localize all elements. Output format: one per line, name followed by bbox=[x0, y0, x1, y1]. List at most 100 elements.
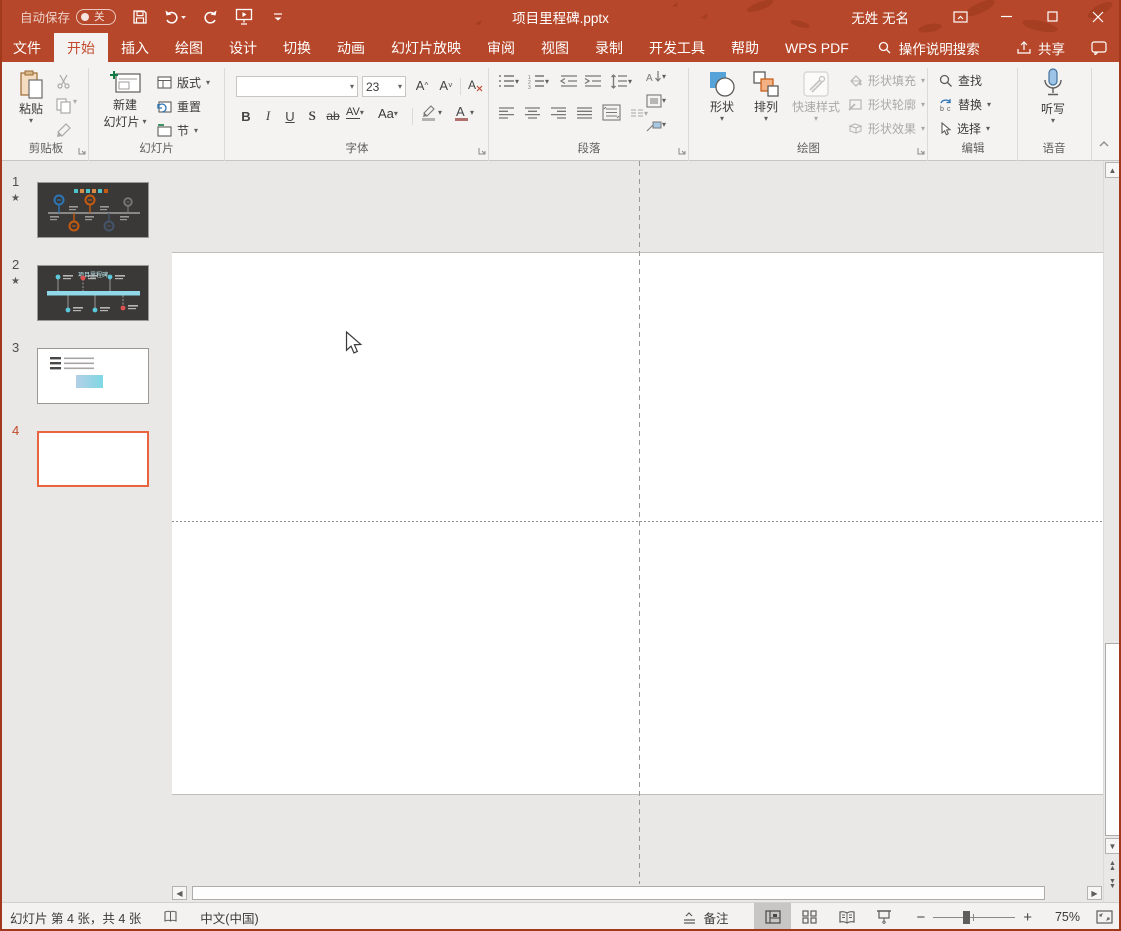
slide-4-thumbnail[interactable] bbox=[37, 431, 149, 487]
paragraph-dialog-launcher[interactable] bbox=[678, 147, 686, 155]
increase-font-size-button[interactable]: A ^ bbox=[412, 75, 432, 95]
tab-help[interactable]: 帮助 bbox=[718, 33, 772, 62]
text-direction-button[interactable]: A ▾ bbox=[646, 70, 666, 84]
increase-indent-button[interactable] bbox=[584, 74, 602, 89]
save-button[interactable] bbox=[130, 5, 150, 29]
align-center-button[interactable] bbox=[524, 106, 541, 121]
columns-button[interactable]: ▾ bbox=[630, 108, 648, 120]
tell-me-search[interactable]: 操作说明搜索 bbox=[878, 33, 980, 62]
customize-qat-button[interactable] bbox=[268, 5, 288, 29]
scroll-up-button[interactable]: ▲ bbox=[1105, 162, 1120, 178]
next-slide-button[interactable]: ▼ ▼ bbox=[1105, 876, 1120, 892]
decrease-font-size-button[interactable]: A ˅ bbox=[436, 75, 456, 95]
font-size-input[interactable] bbox=[363, 79, 394, 94]
bold-button[interactable]: B bbox=[236, 106, 256, 126]
ribbon-display-options-button[interactable] bbox=[937, 0, 983, 33]
tab-insert[interactable]: 插入 bbox=[108, 33, 162, 62]
italic-button[interactable]: I bbox=[258, 106, 278, 126]
zoom-slider[interactable] bbox=[933, 910, 1016, 924]
start-slideshow-button[interactable] bbox=[234, 5, 254, 29]
accessibility-checker-icon[interactable] bbox=[163, 910, 178, 925]
tab-developer[interactable]: 开发工具 bbox=[636, 33, 718, 62]
maximize-button[interactable] bbox=[1029, 0, 1075, 33]
tab-record[interactable]: 录制 bbox=[582, 33, 636, 62]
drawing-dialog-launcher[interactable] bbox=[917, 147, 925, 155]
tab-view[interactable]: 视图 bbox=[528, 33, 582, 62]
slide-3-thumbnail[interactable] bbox=[37, 348, 149, 404]
font-name-input[interactable] bbox=[237, 79, 346, 94]
strikethrough-button[interactable]: ab bbox=[323, 106, 343, 126]
shapes-button[interactable]: 形状 ▾ bbox=[702, 70, 742, 123]
cut-button[interactable] bbox=[56, 74, 71, 89]
paste-button[interactable]: 粘贴 ▾ bbox=[18, 70, 44, 125]
fit-slide-to-window-icon[interactable] bbox=[1096, 910, 1113, 924]
notes-button[interactable]: 备注 bbox=[683, 908, 728, 927]
autosave-control[interactable]: 自动保存 关 bbox=[20, 7, 117, 26]
slide-2-thumbnail[interactable]: 项目里程碑 bbox=[37, 265, 149, 321]
character-spacing-button[interactable]: AV ▾ bbox=[346, 106, 364, 119]
font-color-button[interactable]: A ▾ bbox=[454, 104, 474, 122]
font-name-dropdown-arrow[interactable]: ▾ bbox=[346, 82, 357, 91]
dictate-button[interactable]: 听写 ▾ bbox=[1027, 68, 1079, 125]
align-text-button[interactable]: ▾ bbox=[646, 94, 666, 108]
undo-button[interactable] bbox=[164, 5, 187, 29]
scroll-right-button[interactable]: ▶ bbox=[1087, 886, 1102, 900]
line-spacing-button[interactable]: ▾ bbox=[610, 74, 632, 89]
scroll-left-button[interactable]: ◀ bbox=[172, 886, 187, 900]
shape-fill-button[interactable]: 形状填充 ▾ bbox=[848, 72, 925, 89]
previous-slide-button[interactable]: ▲ ▲ bbox=[1105, 858, 1120, 874]
find-button[interactable]: 查找 bbox=[939, 72, 982, 89]
share-button[interactable]: 共享 bbox=[1016, 38, 1065, 58]
copy-button[interactable]: ▾ bbox=[56, 98, 77, 114]
slide-show-button[interactable] bbox=[865, 903, 902, 931]
shape-effects-button[interactable]: 形状效果 ▾ bbox=[848, 120, 925, 137]
tab-home[interactable]: 开始 bbox=[54, 33, 108, 62]
align-left-button[interactable] bbox=[498, 106, 515, 121]
distribute-columns-button[interactable] bbox=[602, 104, 621, 121]
tab-design[interactable]: 设计 bbox=[216, 33, 270, 62]
horizontal-scrollbar[interactable]: ◀ ▶ bbox=[172, 885, 1103, 902]
layout-button[interactable]: 版式 ▾ bbox=[157, 74, 210, 91]
zoom-in-button[interactable]: + bbox=[1023, 909, 1032, 926]
zoom-slider-thumb[interactable] bbox=[963, 910, 971, 924]
minimize-button[interactable] bbox=[983, 0, 1029, 33]
font-name-combobox[interactable]: ▾ bbox=[236, 76, 358, 97]
horizontal-guide[interactable] bbox=[172, 521, 1103, 522]
comments-icon[interactable] bbox=[1091, 40, 1107, 55]
convert-smartart-button[interactable]: ▾ bbox=[646, 118, 666, 132]
zoom-percentage[interactable]: 75% bbox=[1046, 910, 1080, 924]
user-name[interactable]: 无姓 无名 bbox=[851, 7, 909, 27]
justify-button[interactable] bbox=[576, 106, 593, 121]
select-button[interactable]: 选择 ▾ bbox=[939, 120, 990, 137]
format-painter-button[interactable] bbox=[56, 122, 72, 138]
text-shadow-button[interactable]: S bbox=[302, 106, 322, 126]
replace-button[interactable]: bc 替换 ▾ bbox=[939, 96, 991, 113]
vertical-guide[interactable] bbox=[639, 161, 640, 884]
bullets-button[interactable]: ▾ bbox=[498, 74, 519, 89]
scroll-down-button[interactable]: ▼ bbox=[1105, 838, 1120, 854]
arrange-button[interactable]: 排列 ▾ bbox=[746, 70, 786, 123]
font-size-combobox[interactable]: ▾ bbox=[362, 76, 406, 97]
collapse-ribbon-button[interactable] bbox=[1098, 140, 1110, 148]
slide-position-indicator[interactable]: 幻灯片 第 4 张，共 4 张 bbox=[10, 908, 141, 927]
tab-animations[interactable]: 动画 bbox=[324, 33, 378, 62]
new-slide-button[interactable]: 新建 幻灯片 ▾ bbox=[97, 70, 153, 130]
clipboard-dialog-launcher[interactable] bbox=[78, 147, 86, 155]
autosave-toggle[interactable]: 关 bbox=[76, 8, 117, 25]
slide-1-thumbnail[interactable] bbox=[37, 182, 149, 238]
slide-editing-surface[interactable] bbox=[172, 252, 1103, 795]
reset-button[interactable]: 重置 bbox=[157, 98, 201, 115]
close-button[interactable] bbox=[1075, 0, 1121, 33]
redo-button[interactable] bbox=[200, 5, 220, 29]
font-size-dropdown-arrow[interactable]: ▾ bbox=[394, 82, 405, 91]
normal-view-button[interactable] bbox=[754, 903, 792, 931]
numbering-button[interactable]: 123 ▾ bbox=[528, 74, 549, 89]
shape-outline-button[interactable]: 形状轮廓 ▾ bbox=[848, 96, 925, 113]
decrease-indent-button[interactable] bbox=[560, 74, 578, 89]
clear-formatting-button[interactable]: A bbox=[466, 75, 486, 95]
tab-file[interactable]: 文件 bbox=[0, 33, 54, 62]
underline-button[interactable]: U bbox=[280, 106, 300, 126]
section-button[interactable]: 节 ▾ bbox=[157, 122, 198, 139]
slide-sorter-view-button[interactable] bbox=[791, 903, 828, 931]
slide-canvas[interactable] bbox=[172, 161, 1103, 902]
